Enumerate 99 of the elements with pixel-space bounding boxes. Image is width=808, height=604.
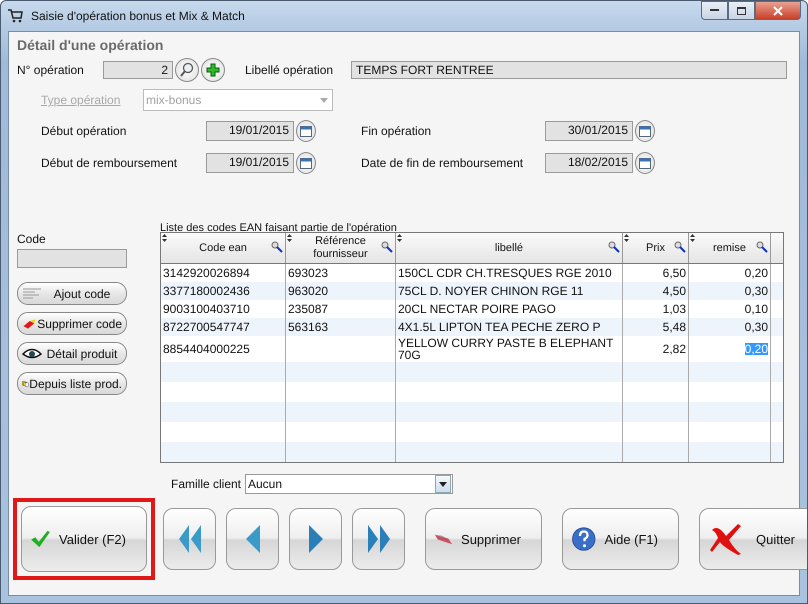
- action-button[interactable]: Supprimer: [425, 508, 542, 570]
- maximize-button[interactable]: [728, 1, 755, 20]
- table-cell[interactable]: 0,30: [744, 285, 768, 297]
- table-cell[interactable]: 0,10: [744, 303, 768, 315]
- column-header[interactable]: Référence fournisseur: [286, 233, 396, 263]
- date-field[interactable]: 19/01/2015: [206, 153, 294, 173]
- date-field[interactable]: 19/01/2015: [206, 121, 294, 141]
- add-button[interactable]: [201, 58, 225, 82]
- table-cell: 4,50: [662, 285, 686, 297]
- action-button[interactable]: Quitter: [699, 508, 807, 570]
- right-arrow-icon: [306, 523, 324, 555]
- maximize-icon: [737, 6, 746, 14]
- minimize-icon: [710, 9, 719, 12]
- operation-number-field[interactable]: 2: [103, 61, 173, 79]
- navigation-button[interactable]: [163, 508, 216, 570]
- sort-icon: [287, 234, 292, 242]
- table-cell: 693023: [288, 267, 328, 279]
- field-label: Fin opération: [361, 124, 432, 138]
- cross-icon: [708, 522, 744, 556]
- table-cell: 75CL D. NOYER CHINON RGE 11: [398, 285, 584, 297]
- field-label: Code: [17, 232, 46, 246]
- table-cell: 2,82: [662, 343, 686, 355]
- window-title: Saisie d'opération bonus et Mix & Match: [31, 9, 245, 23]
- calendar-icon: [300, 125, 312, 137]
- eye-icon: [22, 346, 42, 360]
- column-header[interactable]: libellé: [396, 233, 623, 263]
- side-button[interactable]: Détail produit: [17, 342, 127, 365]
- calendar-button[interactable]: [635, 152, 655, 174]
- table-cell: 8722700547747: [163, 321, 250, 333]
- field-label: Début opération: [41, 124, 128, 138]
- date-field[interactable]: 18/02/2015: [545, 153, 633, 173]
- sort-icon: [162, 234, 167, 242]
- search-icon: [179, 62, 195, 78]
- field-label: Date de fin de remboursement: [361, 156, 524, 170]
- table-cell: 5,48: [662, 321, 686, 333]
- code-field[interactable]: [17, 249, 127, 268]
- cart-icon: [7, 9, 23, 23]
- table-caption: Liste des codes EAN faisant partie de l'opération: [160, 222, 398, 234]
- table-cell[interactable]: 0,30: [744, 321, 768, 333]
- field-label: Début de remboursement: [41, 156, 178, 170]
- calendar-icon: [639, 125, 651, 137]
- client-family-dropdown[interactable]: Aucun: [245, 474, 453, 494]
- eraser-icon: [22, 316, 38, 330]
- side-button[interactable]: Supprimer code: [17, 312, 127, 335]
- navigation-button[interactable]: [226, 508, 279, 570]
- sort-icon: [690, 234, 695, 242]
- search-button[interactable]: [175, 58, 199, 82]
- table-cell: 235087: [288, 303, 328, 315]
- table-cell[interactable]: 0,20: [744, 267, 768, 279]
- table-cell: 8854404000225: [163, 343, 250, 355]
- dropdown-arrow-icon: [320, 98, 328, 102]
- table-cell-text: YELLOW CURRY PASTE B ELEPHANT 70G: [398, 337, 614, 361]
- navigation-button[interactable]: [289, 508, 342, 570]
- table-cell: 9003100403710: [163, 303, 250, 315]
- action-button[interactable]: Valider (F2): [21, 506, 147, 572]
- dropdown-arrow-icon: [439, 482, 447, 486]
- navigation-button[interactable]: [352, 508, 405, 570]
- table-cell: 3142920026894: [163, 267, 250, 279]
- table-cell: 6,50: [662, 267, 686, 279]
- table-cell: 4X1.5L LIPTON TEA PECHE ZERO P: [398, 321, 601, 333]
- table-cell: 963020: [288, 285, 328, 297]
- table-cell: 563163: [288, 321, 328, 333]
- sort-icon: [397, 234, 402, 242]
- calendar-button[interactable]: [635, 120, 655, 142]
- lines-icon: [22, 286, 42, 300]
- left-arrow-icon: [244, 523, 262, 555]
- double-right-arrow-icon: [366, 523, 392, 555]
- calendar-icon: [300, 157, 312, 169]
- plus-icon: [206, 63, 220, 77]
- field-label: Libellé opération: [245, 63, 334, 77]
- calendar-icon: [639, 157, 651, 169]
- column-header[interactable]: remise: [689, 233, 771, 263]
- search-icon: [674, 241, 686, 253]
- side-button[interactable]: Depuis liste prod.: [17, 372, 127, 395]
- operation-label-field[interactable]: TEMPS FORT RENTREE: [351, 61, 787, 79]
- table-cell: 1,03: [662, 303, 686, 315]
- section-title: Détail d'une opération: [17, 37, 164, 53]
- calendar-button[interactable]: [296, 152, 316, 174]
- search-icon: [756, 241, 768, 253]
- action-button[interactable]: Aide (F1): [562, 508, 679, 570]
- sort-icon: [624, 234, 629, 242]
- search-icon: [271, 241, 283, 253]
- table-cell: 3377180002436: [163, 285, 250, 297]
- minimize-button[interactable]: [701, 1, 728, 20]
- field-label: Famille client: [171, 477, 242, 491]
- field-label: N° opération: [17, 63, 85, 77]
- table-cell: 20CL NECTAR POIRE PAGO: [398, 303, 556, 315]
- side-button[interactable]: Ajout code: [17, 282, 127, 305]
- column-header[interactable]: Code ean: [161, 233, 286, 263]
- search-icon: [381, 241, 393, 253]
- date-field[interactable]: 30/01/2015: [545, 121, 633, 141]
- column-header[interactable]: Prix: [623, 233, 689, 263]
- close-button[interactable]: [755, 1, 801, 20]
- table-cell: 150CL CDR CH.TRESQUES RGE 2010: [398, 267, 612, 279]
- field-label: Type opération: [41, 93, 122, 107]
- close-icon: [773, 6, 783, 16]
- calendar-button[interactable]: [296, 120, 316, 142]
- search-icon: [608, 241, 620, 253]
- double-left-arrow-icon: [176, 523, 202, 555]
